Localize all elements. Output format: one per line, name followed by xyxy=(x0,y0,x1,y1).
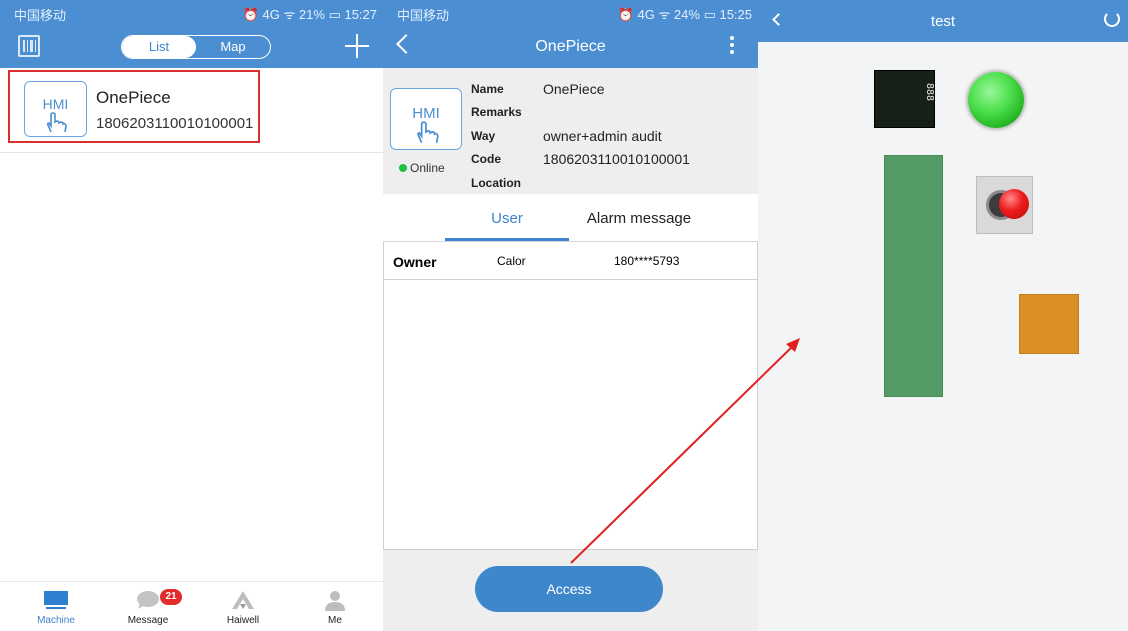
orange-block xyxy=(1019,294,1079,354)
refresh-icon[interactable] xyxy=(1104,11,1120,27)
user-list-area xyxy=(383,242,758,550)
chat-bubble-icon xyxy=(137,591,159,609)
machine-code: 1806203110010100001 xyxy=(96,115,254,132)
tab-me[interactable]: Me xyxy=(295,582,375,631)
monitor-icon xyxy=(44,591,68,609)
field-key: Location xyxy=(471,176,521,190)
detail-tabs: User Alarm message xyxy=(383,194,758,242)
active-tab-indicator xyxy=(445,238,569,241)
field-value: owner+admin audit xyxy=(543,128,662,144)
tab-haiwell-label: Haiwell xyxy=(226,615,260,626)
haiwell-logo-icon xyxy=(232,591,254,609)
push-button-switch[interactable] xyxy=(976,176,1033,234)
status-bar: 中国移动 ⏰ 4G ᯤ 21% ▭ 15:27 xyxy=(0,0,383,26)
machine-list-screen: 中国移动 ⏰ 4G ᯤ 21% ▭ 15:27 List Map HMI One… xyxy=(0,0,383,631)
tab-machine-label: Machine xyxy=(37,615,75,626)
hmi-label: HMI xyxy=(42,96,69,112)
barcode-scan-icon[interactable] xyxy=(18,35,40,57)
list-divider xyxy=(0,152,383,153)
tab-me-label: Me xyxy=(328,615,342,626)
field-value: 1806203110010100001 xyxy=(543,151,690,167)
field-key: Remarks xyxy=(471,105,522,119)
tab-machine[interactable]: Machine xyxy=(16,582,96,631)
carrier-label: 中国移动 xyxy=(397,8,450,23)
access-button[interactable]: Access xyxy=(475,566,663,612)
hmi-device-icon: HMI xyxy=(24,81,87,137)
status-icons: ⏰ 4G ᯤ 21% ▭ 15:27 xyxy=(242,7,377,22)
hmi-label: HMI xyxy=(412,105,440,122)
level-bar xyxy=(884,155,943,397)
page-title: test xyxy=(930,13,956,30)
more-menu-icon[interactable] xyxy=(730,36,734,57)
message-badge: 21 xyxy=(160,589,182,605)
status-icons: ⏰ 4G ᯤ 24% ▭ 15:25 xyxy=(617,7,752,22)
device-info-panel: HMI Online Name OnePiece Remarks Way own… xyxy=(383,68,758,194)
field-key: Name xyxy=(471,82,504,96)
person-icon xyxy=(325,591,345,611)
map-tab[interactable]: Map xyxy=(196,36,270,58)
table-row[interactable]: Owner Calor 180****5793 xyxy=(383,243,758,280)
machine-list-item[interactable]: HMI OnePiece 1806203110010100001 xyxy=(8,70,260,143)
page-title: OnePiece xyxy=(535,38,606,55)
display-digits: 888 xyxy=(924,83,935,102)
hmi-view-screen: test 888 xyxy=(758,0,1128,631)
tab-message-label: Message xyxy=(127,615,169,626)
owner-phone: 180****5793 xyxy=(614,254,680,268)
field-value: OnePiece xyxy=(543,81,605,97)
online-dot-icon xyxy=(399,164,407,172)
online-status: Online xyxy=(399,161,445,175)
tab-user[interactable]: User xyxy=(445,210,569,227)
machine-detail-screen: 中国移动 ⏰ 4G ᯤ 24% ▭ 15:25 OnePiece HMI Onl… xyxy=(383,0,758,631)
field-key: Way xyxy=(471,129,496,143)
status-bar: 中国移动 ⏰ 4G ᯤ 24% ▭ 15:25 xyxy=(383,0,758,26)
add-machine-button[interactable] xyxy=(345,34,369,58)
tab-haiwell[interactable]: Haiwell xyxy=(203,582,283,631)
hand-pointer-icon xyxy=(417,121,439,144)
list-tab[interactable]: List xyxy=(122,36,196,58)
switch-red-cap xyxy=(999,189,1029,219)
owner-name: Calor xyxy=(497,254,526,268)
footer-area: Access xyxy=(383,550,758,631)
field-key: Code xyxy=(471,152,501,166)
app-bar: List Map xyxy=(0,26,383,68)
tab-alarm-message[interactable]: Alarm message xyxy=(569,210,709,227)
bottom-tab-bar: Machine 21 Message Haiwell Me xyxy=(0,581,383,631)
seven-segment-display: 888 xyxy=(874,70,935,128)
app-bar: test xyxy=(758,0,1128,42)
tab-message[interactable]: 21 Message xyxy=(108,582,188,631)
carrier-label: 中国移动 xyxy=(14,8,67,23)
owner-role: Owner xyxy=(393,254,437,270)
view-toggle: List Map xyxy=(121,35,271,59)
machine-name: OnePiece xyxy=(96,88,171,107)
online-label: Online xyxy=(410,161,445,175)
hmi-device-icon: HMI xyxy=(390,88,462,150)
app-bar: OnePiece xyxy=(383,26,758,68)
indicator-lamp xyxy=(968,72,1024,128)
hand-pointer-icon xyxy=(46,112,67,133)
